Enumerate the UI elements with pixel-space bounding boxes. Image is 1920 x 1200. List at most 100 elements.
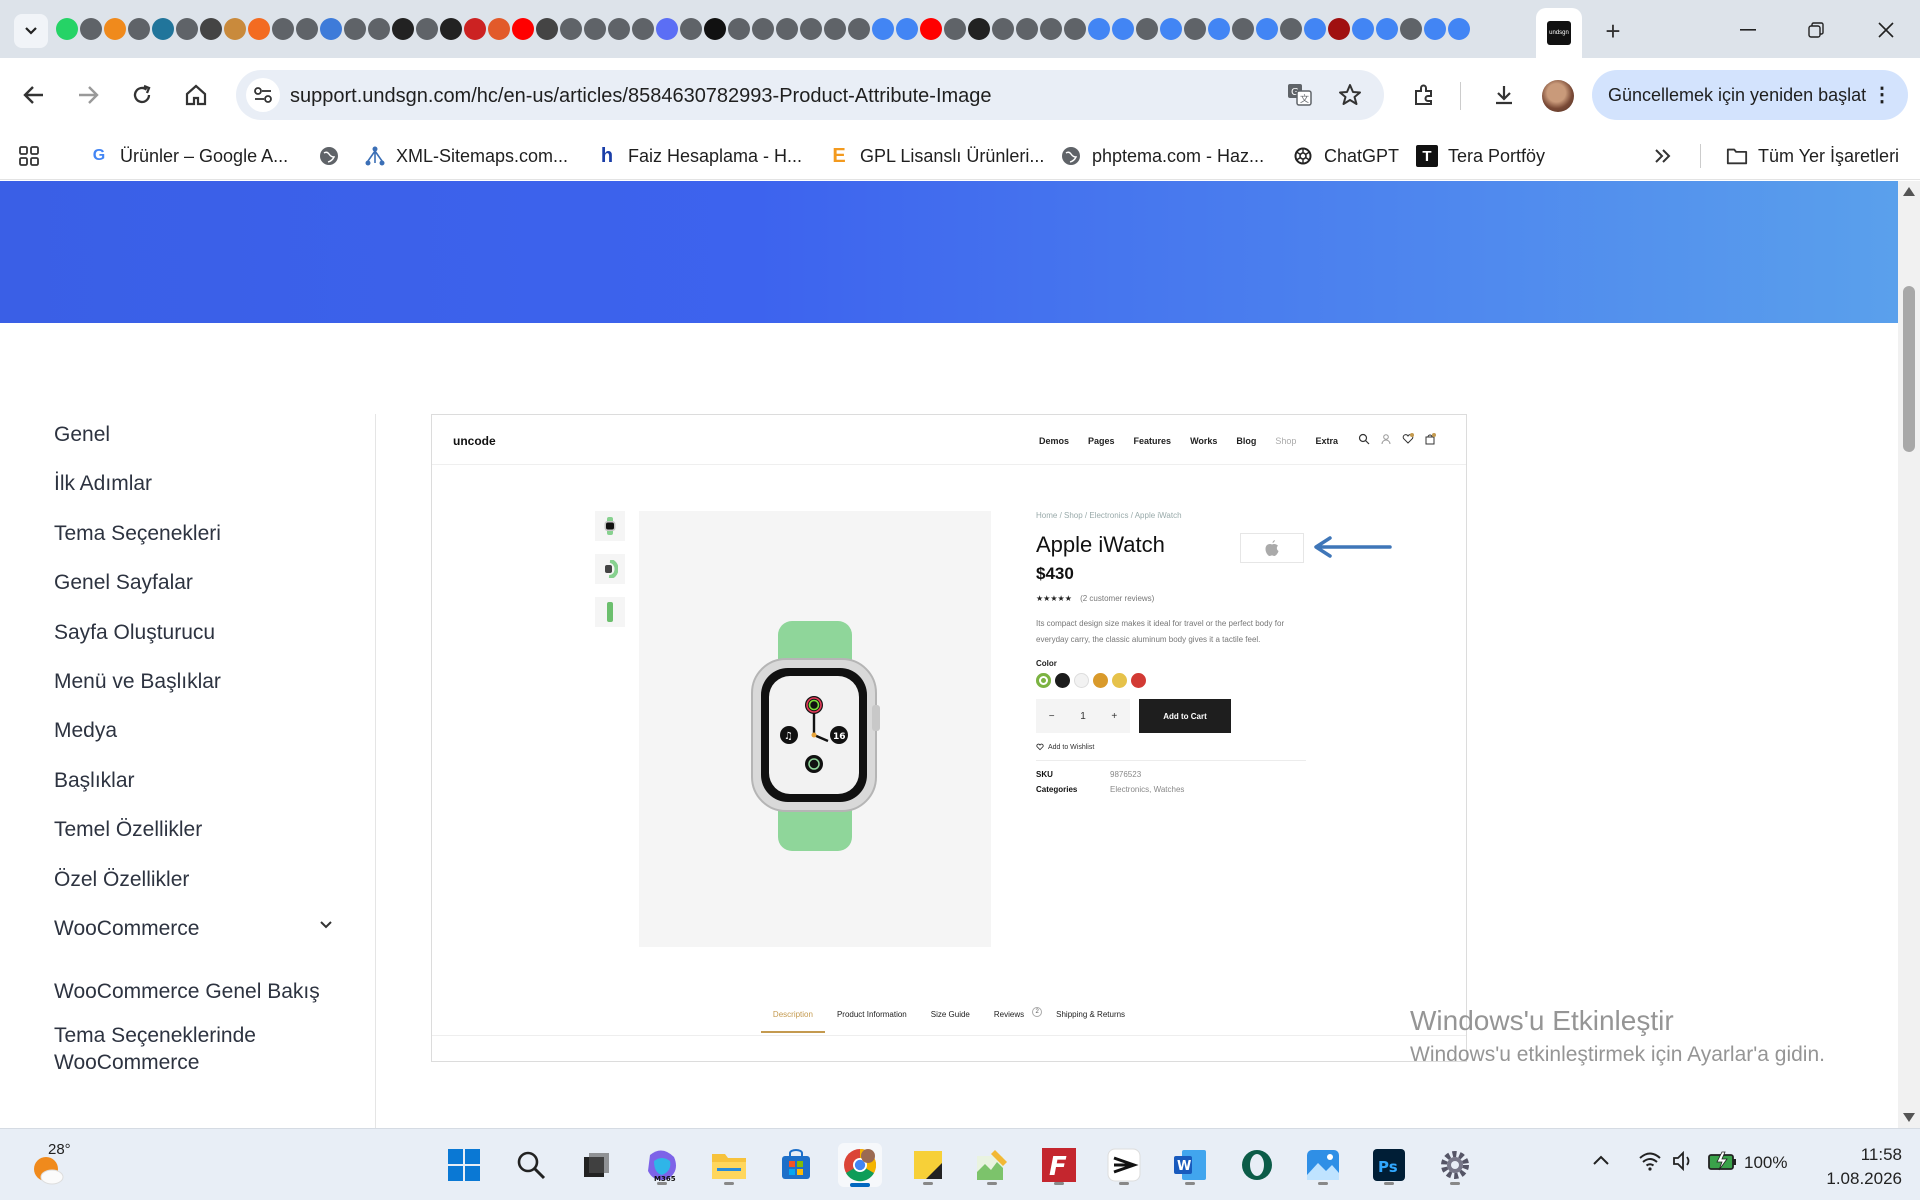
pinned-tab-favicon[interactable] [1424,18,1446,40]
pinned-tab-favicon[interactable] [1040,18,1062,40]
scroll-up-arrow[interactable] [1903,187,1915,196]
restore-button[interactable] [1792,10,1840,50]
taskbar-app-word[interactable]: W [1168,1143,1212,1187]
pinned-tab-favicon[interactable] [920,18,942,40]
taskbar-app-capcut[interactable] [1102,1143,1146,1187]
pinned-tab-favicon[interactable] [224,18,246,40]
extensions-button[interactable] [1404,75,1444,115]
pinned-tab-favicon[interactable] [968,18,990,40]
all-bookmarks-button[interactable]: Tüm Yer İşaretleri [1726,142,1899,170]
pinned-tab-favicon[interactable] [1184,18,1206,40]
taskbar-app-filezilla[interactable]: F [1037,1143,1081,1187]
sidebar-item-medya[interactable]: Medya [54,717,334,766]
pinned-tab-favicon[interactable] [800,18,822,40]
pinned-tab-favicon[interactable] [1160,18,1182,40]
sidebar-subitem-woocommerce-overview[interactable]: WooCommerce Genel Bakış [54,978,334,1005]
bookmark-star-button[interactable] [1336,81,1364,109]
pinned-tab-favicon[interactable] [560,18,582,40]
pinned-tab-favicon[interactable] [728,18,750,40]
pinned-tab-favicon[interactable] [296,18,318,40]
taskbar-app-paint[interactable] [970,1143,1014,1187]
pinned-tab-favicon[interactable] [680,18,702,40]
sidebar-item-menu-basliklar[interactable]: Menü ve Başlıklar [54,668,334,717]
pinned-tab-favicon[interactable] [776,18,798,40]
bookmark-chatgpt[interactable]: ChatGPT [1292,142,1399,170]
taskbar-app-file-explorer[interactable] [707,1143,751,1187]
pinned-tab-favicon[interactable] [896,18,918,40]
pinned-tab-favicon[interactable] [80,18,102,40]
task-view-button[interactable] [574,1143,618,1187]
minimize-button[interactable] [1724,10,1772,50]
pinned-tab-favicon[interactable] [104,18,126,40]
sidebar-item-woocommerce[interactable]: WooCommerce [54,915,334,964]
pinned-tab-favicon[interactable] [152,18,174,40]
pinned-tab-favicon[interactable] [584,18,606,40]
taskbar-app-store[interactable] [774,1143,818,1187]
update-restart-button[interactable]: Güncellemek için yeniden başlat ⋮ [1592,70,1908,120]
pinned-tab-favicon[interactable] [992,18,1014,40]
bookmark-google-products[interactable]: G Ürünler – Google A... [88,142,288,170]
taskbar-app-photoshop[interactable]: Ps [1367,1143,1411,1187]
scrollbar-thumb[interactable] [1903,286,1915,452]
tab-search-button[interactable] [14,14,48,48]
new-tab-button[interactable]: + [1596,14,1630,48]
start-button[interactable] [442,1143,486,1187]
system-clock[interactable]: 11:58 1.08.2026 [1822,1143,1902,1191]
sidebar-item-ilk-adimlar[interactable]: İlk Adımlar [54,470,334,519]
pinned-tab-favicon[interactable] [56,18,78,40]
pinned-tab-favicon[interactable] [200,18,222,40]
pinned-tab-favicon[interactable] [512,18,534,40]
apps-button[interactable] [18,142,40,170]
pinned-tab-favicon[interactable] [1304,18,1326,40]
reload-button[interactable] [122,75,162,115]
taskbar-app-chrome[interactable] [838,1143,882,1187]
pinned-tab-favicon[interactable] [416,18,438,40]
pinned-tab-favicon[interactable] [368,18,390,40]
pinned-tab-favicon[interactable] [1064,18,1086,40]
battery-button[interactable] [1708,1151,1738,1176]
sidebar-item-genel-sayfalar[interactable]: Genel Sayfalar [54,569,334,618]
chevron-down-icon[interactable] [318,919,334,931]
pinned-tab-favicon[interactable] [272,18,294,40]
pinned-tab-favicon[interactable] [872,18,894,40]
pinned-tab-favicon[interactable] [1112,18,1134,40]
pinned-tab-favicon[interactable] [608,18,630,40]
page-scrollbar[interactable] [1898,181,1920,1128]
site-info-button[interactable] [246,78,280,112]
pinned-tab-favicon[interactable] [1328,18,1350,40]
back-button[interactable] [14,75,54,115]
pinned-tab-favicon[interactable] [1256,18,1278,40]
pinned-tab-favicon[interactable] [752,18,774,40]
pinned-tab-favicon[interactable] [176,18,198,40]
pinned-tab-favicon[interactable] [1208,18,1230,40]
pinned-tab-favicon[interactable] [344,18,366,40]
pinned-tab-favicon[interactable] [320,18,342,40]
pinned-tab-favicon[interactable] [464,18,486,40]
sidebar-item-genel[interactable]: Genel [54,421,334,470]
profile-avatar[interactable] [1542,80,1574,112]
address-bar[interactable]: support.undsgn.com/hc/en-us/articles/858… [236,70,1384,120]
pinned-tab-favicon[interactable] [1088,18,1110,40]
pinned-tab-favicon[interactable] [1376,18,1398,40]
bookmark-gpl-urunleri[interactable]: E GPL Lisanslı Ürünleri... [828,142,1044,170]
volume-button[interactable] [1672,1150,1696,1176]
pinned-tab-favicon[interactable] [128,18,150,40]
weather-widget[interactable]: 28° [30,1141,74,1187]
sidebar-item-temel-ozellikler[interactable]: Temel Özellikler [54,816,334,865]
scroll-down-arrow[interactable] [1903,1113,1915,1122]
bookmark-globe[interactable] [318,142,340,170]
show-hidden-icons-button[interactable] [1592,1151,1610,1171]
pinned-tab-favicon[interactable] [1352,18,1374,40]
taskbar-app-photos[interactable] [1301,1143,1345,1187]
taskbar-app-opera-gx[interactable] [1235,1143,1279,1187]
pinned-tab-favicon[interactable] [704,18,726,40]
more-menu-icon[interactable]: ⋮ [1872,82,1892,107]
pinned-tab-favicon[interactable] [1400,18,1422,40]
pinned-tab-favicon[interactable] [944,18,966,40]
bookmark-tera-portfoy[interactable]: T Tera Portföy [1416,142,1545,170]
pinned-tab-favicon[interactable] [1232,18,1254,40]
pinned-tab-favicon[interactable] [848,18,870,40]
pinned-tab-favicon[interactable] [392,18,414,40]
more-bookmarks-button[interactable] [1654,142,1672,170]
pinned-tab-favicon[interactable] [440,18,462,40]
